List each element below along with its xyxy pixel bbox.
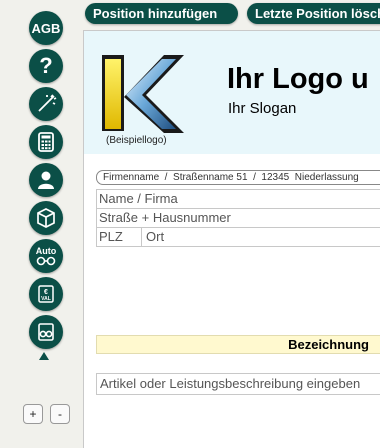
- street-field[interactable]: Straße + Hausnummer: [96, 209, 380, 228]
- currency-icon: € VAL: [38, 285, 54, 303]
- agb-button[interactable]: AGB: [29, 11, 63, 45]
- sender-address-line[interactable]: Firmenname / Straßenname 51 / 12345 Nied…: [96, 170, 380, 185]
- agb-icon: AGB: [31, 20, 61, 36]
- zoom-in-button[interactable]: +: [23, 404, 43, 424]
- auto-icon: Auto: [35, 245, 57, 256]
- zoom-out-button[interactable]: -: [50, 404, 70, 424]
- svg-text:VAL: VAL: [41, 296, 51, 302]
- svg-text:€: €: [44, 289, 48, 296]
- glasses-icon: [38, 323, 54, 341]
- user-button[interactable]: [29, 163, 63, 197]
- calculator-button[interactable]: [29, 125, 63, 159]
- column-header-label: Bezeichnung: [288, 337, 369, 352]
- name-field[interactable]: Name / Firma: [96, 189, 380, 209]
- box-button[interactable]: [29, 201, 63, 235]
- help-icon: ?: [39, 53, 53, 78]
- box-icon: [37, 208, 55, 228]
- glasses-button[interactable]: [29, 315, 63, 349]
- logo-title: Ihr Logo u: [227, 63, 369, 95]
- wand-button[interactable]: [29, 87, 63, 121]
- logo-caption: (Beispiellogo): [106, 135, 167, 146]
- column-header-bezeichnung: Bezeichnung: [96, 335, 380, 354]
- calculator-icon: [38, 132, 54, 152]
- scroll-up-icon[interactable]: [39, 352, 49, 360]
- sample-logo: [102, 55, 184, 133]
- sidebar: AGB ? Auto € VAL + -: [0, 0, 92, 447]
- description-input[interactable]: Artikel oder Leistungsbeschreibung einge…: [96, 373, 380, 395]
- city-field[interactable]: Ort: [146, 229, 164, 244]
- help-button[interactable]: ?: [29, 49, 63, 83]
- wand-icon: [38, 94, 57, 112]
- recipient-address-block: Name / Firma Straße + Hausnummer PLZ Ort: [96, 189, 380, 247]
- plz-city-row: PLZ Ort: [96, 228, 380, 247]
- currency-button[interactable]: € VAL: [29, 277, 63, 311]
- user-icon: [38, 171, 54, 189]
- auto-button[interactable]: Auto: [29, 239, 63, 273]
- slogan: Ihr Slogan: [228, 100, 297, 117]
- document-sheet: (Beispiellogo) Ihr Logo u Ihr Slogan Fir…: [83, 30, 380, 448]
- document-header: (Beispiellogo) Ihr Logo u Ihr Slogan: [84, 31, 380, 154]
- plz-field[interactable]: PLZ: [99, 228, 142, 246]
- add-position-button[interactable]: Position hinzufügen: [85, 3, 238, 24]
- delete-last-position-button[interactable]: Letzte Position lösch: [247, 3, 380, 24]
- cycle-icon: [36, 256, 56, 265]
